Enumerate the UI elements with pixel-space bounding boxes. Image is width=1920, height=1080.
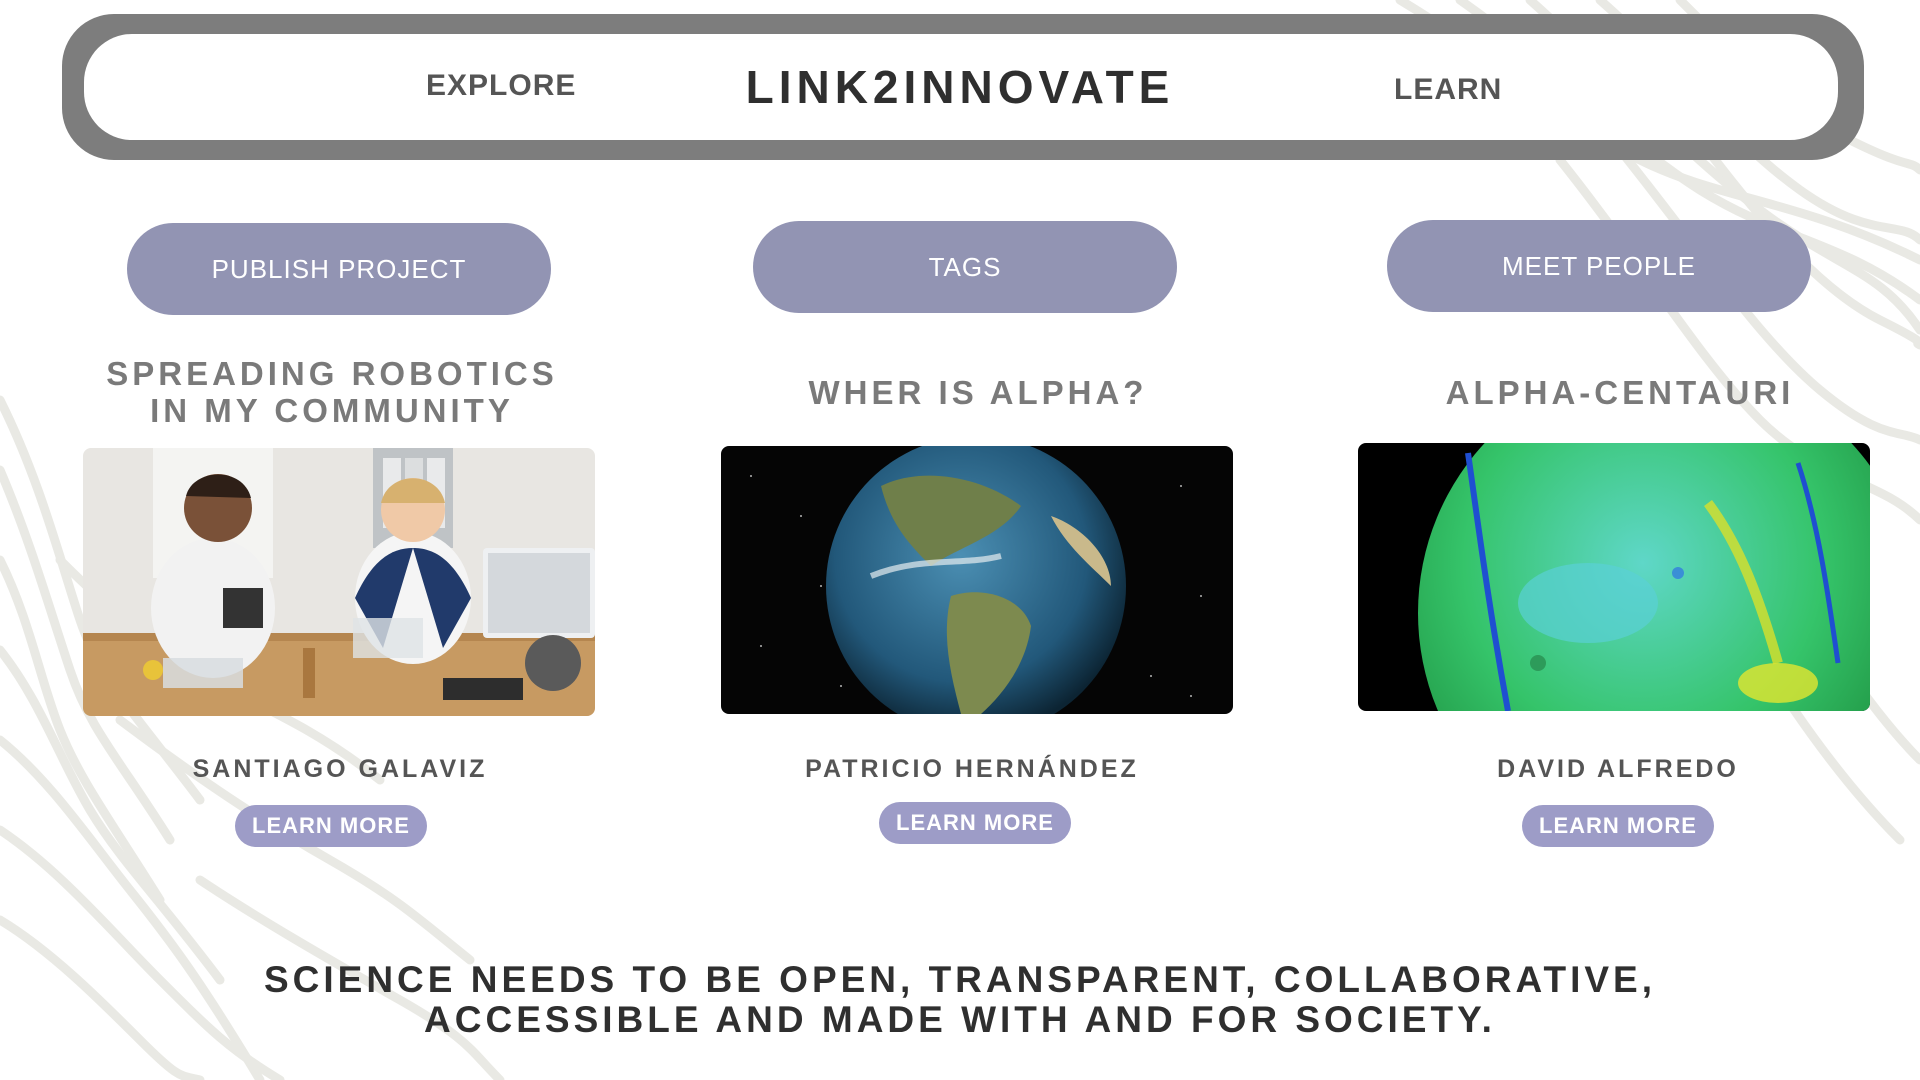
- nav-explore-link[interactable]: EXPLORE: [426, 69, 576, 103]
- brand-logo-text[interactable]: LINK2INNOVATE: [660, 60, 1260, 114]
- project-author: DAVID ALFREDO: [1497, 755, 1739, 783]
- project-title-line: IN MY COMMUNITY: [150, 392, 514, 429]
- learn-more-button[interactable]: LEARN MORE: [879, 802, 1071, 844]
- project-title: WHER IS ALPHA?: [808, 374, 1148, 411]
- tagline-line: ACCESSIBLE AND MADE WITH AND FOR SOCIETY…: [424, 999, 1496, 1040]
- project-image-earth[interactable]: [721, 446, 1233, 714]
- project-title: SPREADING ROBOTICS IN MY COMMUNITY: [52, 355, 612, 429]
- publish-project-button[interactable]: PUBLISH PROJECT: [127, 223, 551, 315]
- project-author: PATRICIO HERNÁNDEZ: [805, 755, 1139, 783]
- learn-more-button[interactable]: LEARN MORE: [235, 805, 427, 847]
- project-author: SANTIAGO GALAVIZ: [192, 755, 488, 783]
- project-image-robotics[interactable]: [83, 448, 595, 716]
- mission-tagline: SCIENCE NEEDS TO BE OPEN, TRANSPARENT, C…: [160, 960, 1760, 1040]
- project-title: ALPHA-CENTAURI: [1445, 374, 1795, 411]
- learn-more-button[interactable]: LEARN MORE: [1522, 805, 1714, 847]
- meet-people-button[interactable]: MEET PEOPLE: [1387, 220, 1811, 312]
- kids-robotics-photo: [83, 448, 595, 716]
- nav-learn-link[interactable]: LEARN: [1394, 73, 1502, 107]
- planet-map-image: [1358, 443, 1870, 711]
- project-title-line: SPREADING ROBOTICS: [106, 355, 558, 392]
- tagline-line: SCIENCE NEEDS TO BE OPEN, TRANSPARENT, C…: [263, 959, 1656, 1000]
- earth-globe-image: [721, 446, 1233, 714]
- project-image-planet[interactable]: [1358, 443, 1870, 711]
- tags-button[interactable]: TAGS: [753, 221, 1177, 313]
